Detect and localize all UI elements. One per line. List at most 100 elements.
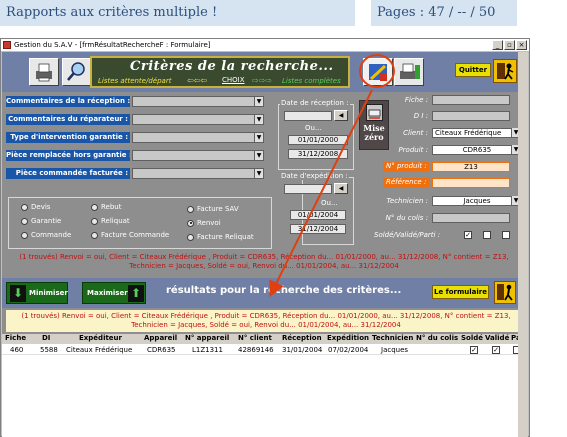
choix-link[interactable]: CHOIX xyxy=(222,76,245,84)
maximize-results-button[interactable]: Maximiser ⬆ xyxy=(82,282,146,304)
radio-dot xyxy=(21,203,28,211)
open-form-button[interactable]: Le formulaire xyxy=(432,285,489,299)
cell-valide-checkbox[interactable]: ✓ xyxy=(492,346,500,354)
results-title: résultats pour la recherche des critères… xyxy=(166,285,402,296)
vertical-scrollbar[interactable] xyxy=(518,52,528,437)
radio-garantie[interactable]: Garantie xyxy=(21,217,61,225)
shipping-to-input[interactable]: 31/12/2004 xyxy=(290,224,346,234)
client-label: Client : xyxy=(403,129,428,137)
full-lists-link[interactable]: Listes complètes xyxy=(282,77,341,85)
intervention-type-label: Type d'intervention garantie : xyxy=(6,132,130,143)
results-table-header: Fiche DI Expéditeur Appareil N° appareil… xyxy=(2,334,528,344)
search-summary-bottom: (1 trouvés) Renvoi = oui, Client = Citea… xyxy=(6,310,526,332)
radio-commande-label: Commande xyxy=(31,231,72,239)
search-button[interactable] xyxy=(62,58,92,86)
exit-runner-button[interactable] xyxy=(493,59,517,83)
quit-button[interactable]: Quitter xyxy=(455,63,491,77)
radio-facture-sav-label: Facture SAV xyxy=(197,205,239,213)
shipping-step-button[interactable]: ◀ xyxy=(334,183,348,194)
criteria-banner: Critères de la recherche... Listes atten… xyxy=(90,56,350,88)
technicien-select[interactable]: Jacques xyxy=(432,196,520,206)
table-row[interactable]: 460 5588 Citeaux Frédérique CDR635 L1Z13… xyxy=(2,344,528,355)
restore-window-button[interactable]: ▫ xyxy=(504,40,515,50)
ordered-part-select[interactable]: ▼ xyxy=(132,168,264,179)
parti-checkbox[interactable] xyxy=(502,231,510,239)
close-window-button[interactable]: × xyxy=(516,40,527,50)
ordered-part-label: Pièce commandée facturée : xyxy=(6,168,130,179)
radio-facture-reliquat[interactable]: Facture Reliquat xyxy=(187,233,254,241)
col-expediteur[interactable]: Expéditeur xyxy=(79,334,122,342)
chevron-down-icon[interactable]: ▼ xyxy=(254,151,263,160)
chevron-down-icon[interactable]: ▼ xyxy=(254,133,263,142)
num-produit-input[interactable]: Z13 xyxy=(432,162,510,172)
col-valide[interactable]: Validé xyxy=(485,334,509,342)
radio-renvoi-label: Renvoi xyxy=(197,219,221,227)
shipping-period-select[interactable] xyxy=(284,184,332,194)
col-solde[interactable]: Soldé xyxy=(461,334,483,342)
chevron-down-icon[interactable]: ▼ xyxy=(254,115,263,124)
col-technicien[interactable]: Technicien xyxy=(372,334,413,342)
magnifier-icon xyxy=(67,62,85,81)
results-band: ⬇ Minimiser Maximiser ⬆ résultats pour l… xyxy=(2,278,528,308)
radio-reliquat[interactable]: Reliquat xyxy=(91,217,130,225)
col-num-appareil[interactable]: N° appareil xyxy=(185,334,229,342)
radio-rebut[interactable]: Rebut xyxy=(91,203,121,211)
reception-step-button[interactable]: ◀ xyxy=(334,110,348,121)
col-expedition[interactable]: Expédition xyxy=(327,334,369,342)
waiting-lists-link[interactable]: Listes attente/départ xyxy=(98,77,171,85)
colis-input[interactable] xyxy=(432,213,510,223)
col-reception[interactable]: Réception xyxy=(282,334,322,342)
page-counter: Pages : 47 / -- / 50 xyxy=(371,0,517,26)
cell-solde-checkbox[interactable]: ✓ xyxy=(470,346,478,354)
chevron-down-icon[interactable]: ▼ xyxy=(254,169,263,178)
minimize-results-button[interactable]: ⬇ Minimiser xyxy=(6,282,68,304)
valide-checkbox[interactable] xyxy=(483,231,491,239)
reset-button[interactable]: Mise zéro xyxy=(359,100,389,150)
repairer-comments-select[interactable]: ▼ xyxy=(132,114,264,125)
radio-renvoi[interactable]: Renvoi xyxy=(187,219,221,227)
reception-to-input[interactable]: 31/12/2008 xyxy=(288,149,348,159)
replaced-part-select[interactable]: ▼ xyxy=(132,150,264,161)
shipping-from-input[interactable]: 01/01/2004 xyxy=(290,210,346,220)
intervention-type-select[interactable]: ▼ xyxy=(132,132,264,143)
criteria-row-piece-commandee: Pièce commandée facturée : ▼ xyxy=(6,168,264,179)
col-di[interactable]: DI xyxy=(42,334,50,342)
criteria-banner-band: Critères de la recherche... Listes atten… xyxy=(2,52,528,92)
reception-comments-label: Commentaires de la réception : xyxy=(6,96,130,107)
minimize-window-button[interactable]: _ xyxy=(492,40,503,50)
radio-facture-commande[interactable]: Facture Commande xyxy=(91,231,169,239)
radio-facture-sav[interactable]: Facture SAV xyxy=(187,205,239,213)
fiche-input[interactable] xyxy=(432,95,510,105)
solde-checkbox[interactable]: ✓ xyxy=(464,231,472,239)
arrow-right-icons: ⇨⇨⇨ xyxy=(252,76,273,85)
col-appareil[interactable]: Appareil xyxy=(144,334,177,342)
print-button[interactable] xyxy=(29,58,59,86)
radio-commande[interactable]: Commande xyxy=(21,231,71,239)
reception-from-input[interactable]: 01/01/2000 xyxy=(288,135,348,145)
produit-select[interactable]: CDR635 xyxy=(432,145,520,155)
radio-devis[interactable]: Devis xyxy=(21,203,50,211)
printer-icon xyxy=(36,63,52,82)
reference-input[interactable] xyxy=(432,178,510,188)
arrow-up-icon: ⬆ xyxy=(128,285,144,302)
shipping-date-label: Date d'expédition : xyxy=(280,172,349,180)
results-table-body: 460 5588 Citeaux Frédérique CDR635 L1Z13… xyxy=(2,344,528,437)
col-num-client[interactable]: N° client xyxy=(238,334,272,342)
technicien-label: Technicien : xyxy=(386,197,428,205)
radio-dot xyxy=(91,217,98,225)
reception-ou-label: Ou... xyxy=(304,124,323,132)
radio-dot xyxy=(21,217,28,225)
criteria-row-reception: Commentaires de la réception : ▼ xyxy=(6,96,264,107)
col-fiche[interactable]: Fiche xyxy=(5,334,26,342)
criteria-row-piece-remplacee: Pièce remplacée hors garantie : ▼ xyxy=(6,150,264,161)
print-preview-button[interactable] xyxy=(394,58,424,86)
document-title: Rapports aux critères multiple ! xyxy=(0,0,355,26)
col-num-colis[interactable]: N° du colis xyxy=(416,334,458,342)
chevron-down-icon[interactable]: ▼ xyxy=(254,97,263,106)
exit-runner-button-2[interactable] xyxy=(494,281,516,304)
client-select[interactable]: Citeaux Frédérique xyxy=(432,128,520,138)
reception-comments-select[interactable]: ▼ xyxy=(132,96,264,107)
di-input[interactable] xyxy=(432,111,510,121)
reception-period-select[interactable] xyxy=(284,111,332,121)
annotation-highlight-circle xyxy=(359,54,395,88)
